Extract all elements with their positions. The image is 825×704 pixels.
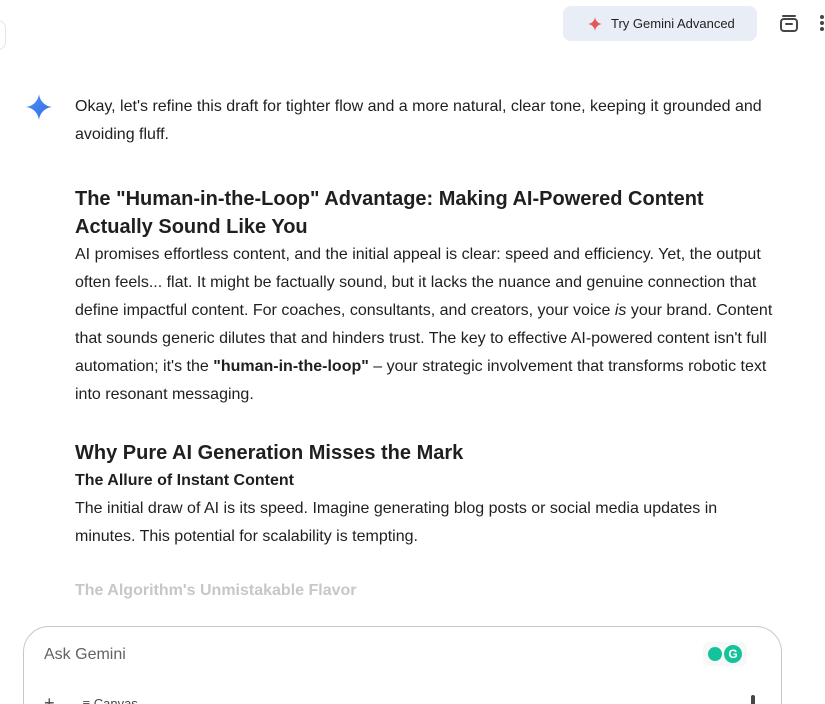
- microphone-icon[interactable]: [751, 695, 755, 704]
- canvas-button[interactable]: ≡ Canvas: [83, 696, 138, 704]
- prompt-input-box[interactable]: Ask Gemini G + ≡ Canvas: [23, 626, 782, 704]
- response-paragraph-2: The initial draw of AI is its speed. Ima…: [75, 500, 718, 545]
- gemini-logo-icon: [26, 94, 52, 120]
- history-icon[interactable]: [777, 11, 801, 35]
- canvas-label: Canvas: [93, 696, 138, 704]
- try-gemini-advanced-button[interactable]: Try Gemini Advanced: [563, 6, 757, 41]
- paragraph-1-emphasis: is: [614, 302, 627, 319]
- grammarly-widget[interactable]: G: [703, 642, 747, 666]
- grammarly-icon[interactable]: G: [724, 645, 742, 663]
- sidebar-toggle-edge[interactable]: [0, 20, 6, 50]
- response-intro: Okay, let's refine this draft for tighte…: [75, 98, 762, 143]
- response-heading-2: Why Pure AI Generation Misses the Mark: [75, 442, 464, 464]
- prompt-input-placeholder[interactable]: Ask Gemini: [44, 646, 126, 664]
- sparkle-icon: [588, 16, 602, 31]
- try-gemini-advanced-label: Try Gemini Advanced: [611, 16, 735, 31]
- response-heading-1: The "Human-in-the-Loop" Advantage: Makin…: [75, 188, 704, 238]
- canvas-icon: ≡: [82, 696, 94, 704]
- input-toolbar: + ≡ Canvas: [44, 693, 138, 704]
- response-body: Okay, let's refine this draft for tighte…: [75, 93, 775, 605]
- response-heading-3: The Allure of Instant Content: [75, 472, 294, 489]
- response-heading-4: The Algorithm's Unmistakable Flavor: [75, 582, 357, 599]
- more-vert-icon[interactable]: [810, 11, 825, 35]
- paragraph-1-strong: "human-in-the-loop": [213, 358, 369, 375]
- grammarly-bulb-icon[interactable]: [708, 647, 722, 661]
- gemini-chat-page: Try Gemini Advanced Okay, let's refine t…: [0, 0, 825, 704]
- add-file-button[interactable]: +: [44, 693, 55, 704]
- response-paragraph-1: AI promises effortless content, and the …: [75, 241, 775, 409]
